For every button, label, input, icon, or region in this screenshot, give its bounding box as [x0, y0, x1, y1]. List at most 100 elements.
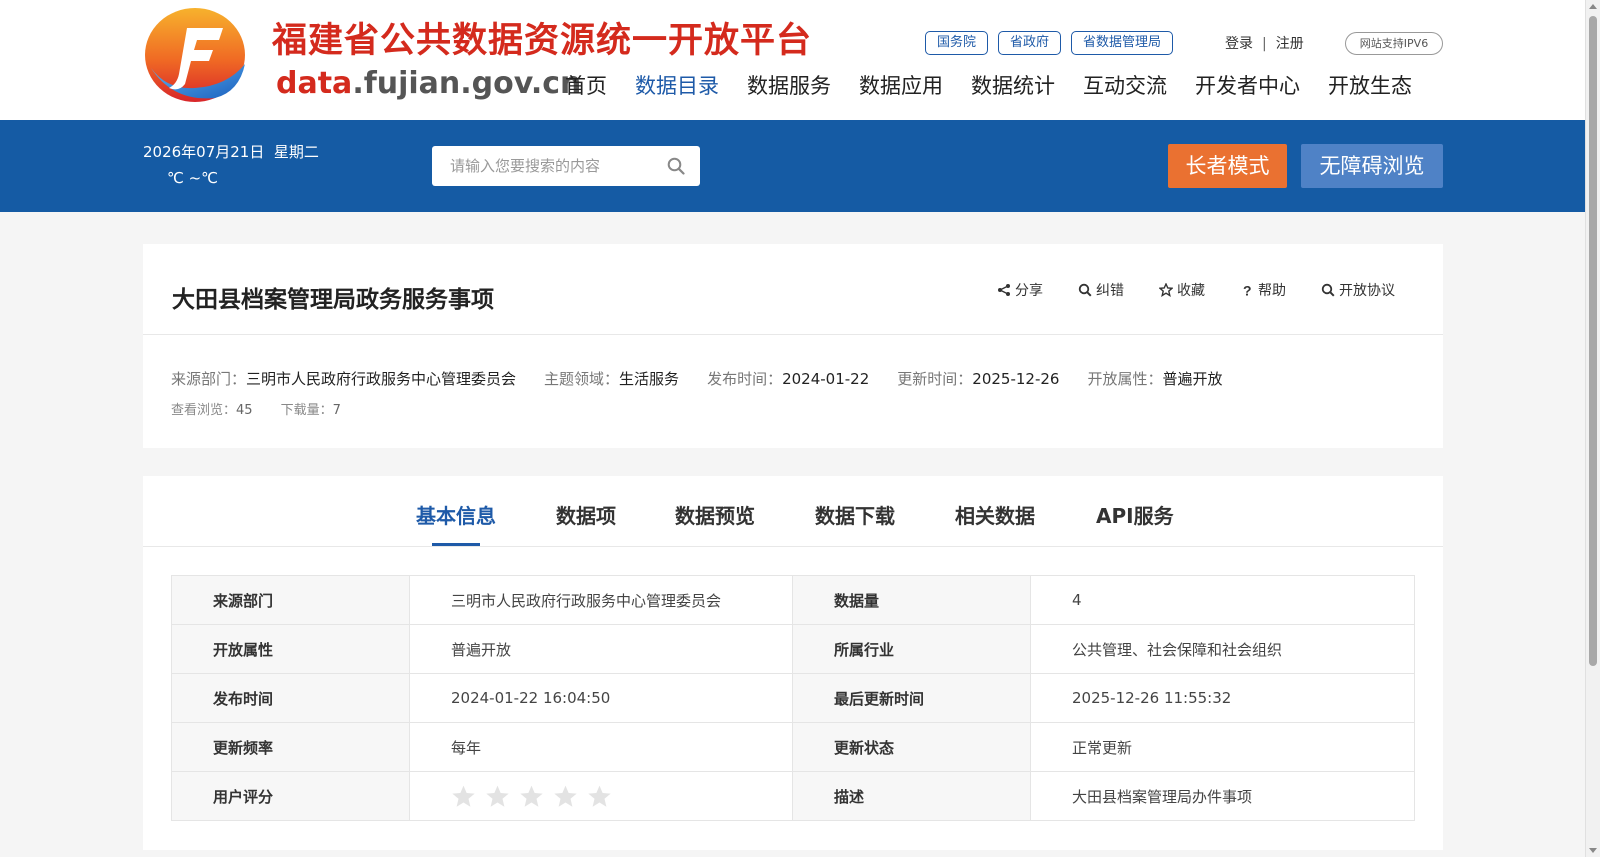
site-domain: data.fujian.gov.cn [276, 66, 581, 101]
date-display: 2026年07月21日 星期二 [143, 141, 319, 162]
table-value-cell: 三明市人民政府行政服务中心管理委员会 [409, 575, 793, 625]
nav-interaction[interactable]: 互动交流 [1083, 70, 1167, 100]
nav-data-catalog[interactable]: 数据目录 [635, 70, 719, 100]
site-logo-icon[interactable] [143, 6, 247, 104]
tab-api-service[interactable]: API服务 [1096, 500, 1174, 529]
magnifier-icon [1321, 283, 1335, 297]
gov-link-data-bureau[interactable]: 省数据管理局 [1071, 31, 1174, 55]
share-button[interactable]: 分享 [997, 280, 1043, 300]
table-value-cell: 每年 [409, 722, 793, 772]
magnifier-icon [1078, 283, 1092, 297]
dataset-detail-card: 基本信息 数据项 数据预览 数据下载 相关数据 API服务 来源部门 三明市人民… [143, 476, 1443, 850]
dataset-meta-row: 来源部门：三明市人民政府行政服务中心管理委员会 主题领域：生活服务 发布时间：2… [171, 368, 1251, 389]
stat-views-label: 查看浏览： [171, 403, 237, 418]
meta-publish-label: 发布时间： [707, 370, 783, 388]
star-icon[interactable] [587, 784, 612, 809]
meta-open: 开放属性：普遍开放 [1087, 368, 1222, 389]
meta-update-label: 更新时间： [897, 370, 973, 388]
tab-data-preview[interactable]: 数据预览 [675, 500, 755, 529]
tab-data-items[interactable]: 数据项 [556, 500, 616, 529]
stat-downloads-value: 7 [332, 403, 341, 418]
meta-theme-value: 生活服务 [619, 370, 680, 388]
table-key-cell: 描述 [792, 771, 1031, 821]
star-icon[interactable] [451, 784, 476, 809]
ipv6-badge: 网站支持IPV6 [1345, 32, 1443, 55]
accessible-mode-button[interactable]: 无障碍浏览 [1301, 144, 1443, 188]
search-icon[interactable] [667, 157, 685, 175]
domain-prefix: data [276, 66, 353, 101]
stat-downloads: 下载量：7 [281, 399, 341, 418]
nav-data-stats[interactable]: 数据统计 [971, 70, 1055, 100]
open-license-button[interactable]: 开放协议 [1321, 280, 1395, 300]
page-scrollbar[interactable] [1585, 0, 1600, 857]
table-row: 更新频率 每年 更新状态 正常更新 [171, 722, 1415, 772]
table-key-cell: 更新状态 [792, 722, 1031, 772]
date-text: 2026年07月21日 [143, 143, 265, 161]
table-value-cell: 公共管理、社会保障和社会组织 [1030, 624, 1415, 674]
nav-data-services[interactable]: 数据服务 [747, 70, 831, 100]
table-key-cell: 数据量 [792, 575, 1031, 625]
table-row: 用户评分 描述 大田县档案管理局办件事项 [171, 771, 1415, 821]
meta-source: 来源部门：三明市人民政府行政服务中心管理委员会 [171, 368, 516, 389]
meta-open-label: 开放属性： [1087, 370, 1163, 388]
table-key-cell: 用户评分 [171, 771, 410, 821]
dataset-summary-card: 大田县档案管理局政务服务事项 分享 纠错 收藏 ? 帮助 开放协议 来源部门：三… [143, 244, 1443, 448]
scrollbar-thumb[interactable] [1589, 16, 1597, 666]
star-outline-icon [1159, 283, 1173, 297]
table-row: 开放属性 普遍开放 所属行业 公共管理、社会保障和社会组织 [171, 624, 1415, 674]
gov-link-province[interactable]: 省政府 [998, 31, 1062, 55]
meta-publish-value: 2024-01-22 [782, 370, 870, 388]
elder-mode-button[interactable]: 长者模式 [1168, 144, 1287, 188]
table-value-cell: 正常更新 [1030, 722, 1415, 772]
tab-basic-info[interactable]: 基本信息 [416, 500, 496, 529]
star-icon[interactable] [519, 784, 544, 809]
dataset-title-row: 大田县档案管理局政务服务事项 分享 纠错 收藏 ? 帮助 开放协议 [143, 244, 1443, 335]
table-value-cell: 大田县档案管理局办件事项 [1030, 771, 1415, 821]
nav-developer[interactable]: 开发者中心 [1195, 70, 1300, 100]
gov-link-state-council[interactable]: 国务院 [925, 31, 989, 55]
svg-text:?: ? [1243, 283, 1252, 297]
detail-tabs: 基本信息 数据项 数据预览 数据下载 相关数据 API服务 [143, 476, 1443, 547]
rating-stars [451, 784, 792, 809]
login-link[interactable]: 登录 [1225, 36, 1253, 52]
scroll-up-arrow-icon[interactable] [1589, 4, 1597, 9]
nav-home[interactable]: 首页 [565, 70, 607, 100]
meta-source-value: 三明市人民政府行政服务中心管理委员会 [246, 370, 517, 388]
meta-update-value: 2025-12-26 [972, 370, 1060, 388]
table-value-cell: 普遍开放 [409, 624, 793, 674]
star-icon[interactable] [485, 784, 510, 809]
favorite-button[interactable]: 收藏 [1159, 280, 1205, 300]
report-error-button[interactable]: 纠错 [1078, 280, 1124, 300]
search-box [432, 146, 700, 186]
nav-data-apps[interactable]: 数据应用 [859, 70, 943, 100]
meta-theme-label: 主题领域： [544, 370, 620, 388]
table-key-cell: 开放属性 [171, 624, 410, 674]
report-error-label: 纠错 [1096, 283, 1124, 299]
user-rating-cell [409, 771, 793, 821]
share-label: 分享 [1015, 283, 1043, 299]
dataset-actions: 分享 纠错 收藏 ? 帮助 开放协议 [962, 280, 1395, 300]
table-value-cell: 4 [1030, 575, 1415, 625]
meta-update: 更新时间：2025-12-26 [897, 368, 1059, 389]
tab-data-download[interactable]: 数据下载 [815, 500, 895, 529]
dataset-stats-row: 查看浏览：45 下载量：7 [171, 399, 369, 418]
gov-links: 国务院 省政府 省数据管理局 [925, 31, 1174, 55]
meta-theme: 主题领域：生活服务 [544, 368, 679, 389]
table-row: 来源部门 三明市人民政府行政服务中心管理委员会 数据量 4 [171, 575, 1415, 625]
open-license-label: 开放协议 [1339, 283, 1395, 299]
favorite-label: 收藏 [1177, 283, 1205, 299]
register-link[interactable]: 注册 [1276, 36, 1304, 52]
meta-open-value: 普遍开放 [1162, 370, 1223, 388]
star-icon[interactable] [553, 784, 578, 809]
nav-ecosystem[interactable]: 开放生态 [1328, 70, 1412, 100]
stat-views-value: 45 [236, 403, 253, 418]
site-title: 福建省公共数据资源统一开放平台 [272, 20, 813, 61]
help-button[interactable]: ? 帮助 [1240, 280, 1286, 300]
search-input[interactable] [432, 146, 647, 186]
scroll-down-arrow-icon[interactable] [1589, 848, 1597, 853]
weekday-text: 星期二 [273, 143, 319, 161]
tab-related-data[interactable]: 相关数据 [955, 500, 1035, 529]
stat-downloads-label: 下载量： [280, 403, 333, 418]
auth-separator: | [1262, 36, 1267, 52]
top-bar: 2026年07月21日 星期二 ℃ ~℃ 长者模式 无障碍浏览 [0, 120, 1585, 212]
